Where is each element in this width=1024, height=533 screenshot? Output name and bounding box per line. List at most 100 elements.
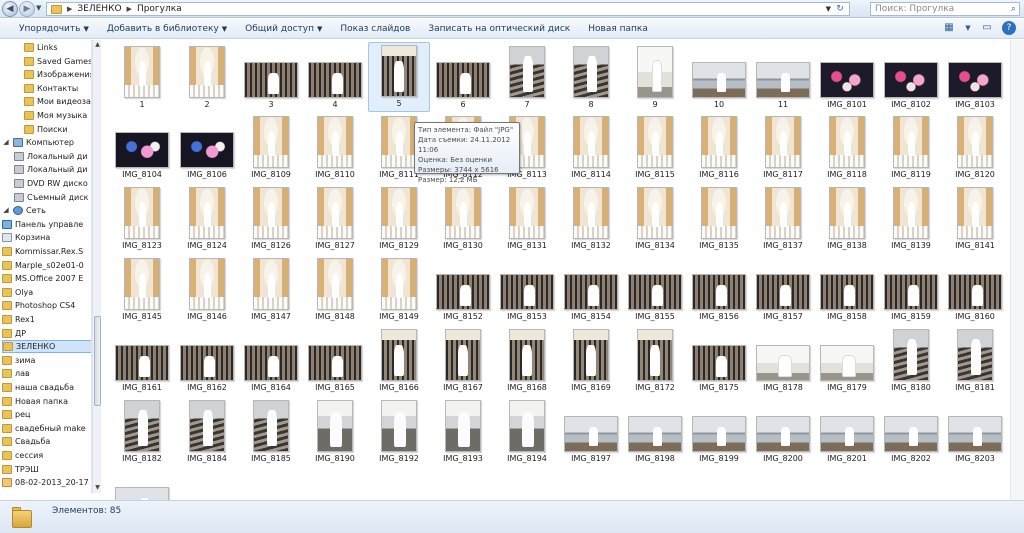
- file-item[interactable]: IMG_8199: [688, 396, 750, 466]
- file-item[interactable]: IMG_8161: [111, 325, 173, 395]
- file-item[interactable]: IMG_8148: [304, 254, 366, 324]
- sidebar-item[interactable]: Моя музыка: [24, 109, 90, 122]
- file-item[interactable]: IMG_8153: [496, 254, 558, 324]
- file-item[interactable]: IMG_8110: [304, 112, 366, 182]
- scrollbar-thumb[interactable]: [94, 316, 101, 406]
- file-item[interactable]: IMG_8147: [240, 254, 302, 324]
- breadcrumb-separator-icon[interactable]: ▶: [67, 5, 72, 13]
- file-item[interactable]: IMG_8182: [111, 396, 173, 466]
- file-item[interactable]: IMG_8117: [752, 112, 814, 182]
- file-item[interactable]: IMG_8129: [368, 183, 430, 253]
- file-item[interactable]: IMG_8202: [880, 396, 942, 466]
- sidebar-item[interactable]: ЗЕЛЕНКО: [2, 340, 91, 354]
- file-item[interactable]: IMG_8201: [816, 396, 878, 466]
- sidebar-item[interactable]: Saved Games: [24, 55, 91, 68]
- file-item[interactable]: 8: [560, 42, 622, 112]
- file-item[interactable]: IMG_8159: [880, 254, 942, 324]
- file-item[interactable]: IMG_8116: [688, 112, 750, 182]
- view-options-icon[interactable]: ▦: [942, 21, 956, 35]
- file-item[interactable]: IMG_8103: [944, 42, 1006, 112]
- file-item[interactable]: IMG_8118: [816, 112, 878, 182]
- slideshow-button[interactable]: Показ слайдов: [331, 20, 419, 38]
- file-item[interactable]: IMG_8138: [816, 183, 878, 253]
- file-item[interactable]: IMG_8127: [304, 183, 366, 253]
- file-item[interactable]: IMG_8162: [176, 325, 238, 395]
- file-item[interactable]: IMG_8114: [560, 112, 622, 182]
- sidebar-item[interactable]: свадебный make: [2, 422, 90, 435]
- file-item[interactable]: IMG_8137: [752, 183, 814, 253]
- file-item[interactable]: IMG_8126: [240, 183, 302, 253]
- sidebar-item[interactable]: ТРЭШ: [2, 463, 90, 476]
- breadcrumb-separator-icon[interactable]: ▶: [127, 5, 132, 13]
- sidebar-item[interactable]: Новая папка: [2, 395, 90, 408]
- sidebar-item[interactable]: ◢ Компьютер: [2, 136, 90, 149]
- file-item[interactable]: 6: [432, 42, 494, 112]
- file-item[interactable]: IMG_8139: [880, 183, 942, 253]
- file-item[interactable]: 7: [496, 42, 558, 112]
- file-item[interactable]: IMG_8181: [944, 325, 1006, 395]
- sidebar-item[interactable]: Мои видеозап: [24, 95, 91, 108]
- file-item[interactable]: IMG_8102: [880, 42, 942, 112]
- file-item[interactable]: 3: [240, 42, 302, 112]
- collapsed-arrow-icon[interactable]: ◢: [2, 204, 10, 217]
- file-item[interactable]: IMG_8166: [368, 325, 430, 395]
- new-folder-button[interactable]: Новая папка: [579, 20, 657, 38]
- file-item[interactable]: IMG_8192: [368, 396, 430, 466]
- file-item[interactable]: IMG_8145: [111, 254, 173, 324]
- file-item[interactable]: 2: [176, 42, 238, 112]
- file-item[interactable]: IMG_8167: [432, 325, 494, 395]
- file-item[interactable]: IMG_8146: [176, 254, 238, 324]
- recent-pages-dropdown-icon[interactable]: ▼: [36, 4, 41, 12]
- file-item[interactable]: IMG_8185: [240, 396, 302, 466]
- sidebar-item[interactable]: ◢ Сеть: [2, 204, 90, 217]
- sidebar-item[interactable]: Links: [24, 41, 90, 54]
- file-item[interactable]: IMG_8119: [880, 112, 942, 182]
- sidebar-item[interactable]: MS.Office 2007 E: [2, 272, 90, 285]
- search-input[interactable]: Поиск: Прогулка ⌕: [870, 2, 1020, 16]
- refresh-icon[interactable]: ↻: [833, 3, 847, 15]
- sidebar-item[interactable]: Olya: [2, 286, 90, 299]
- address-dropdown-icon[interactable]: ▼: [826, 3, 831, 15]
- file-item[interactable]: IMG_8200: [752, 396, 814, 466]
- sidebar-item[interactable]: DVD RW диско: [14, 177, 90, 190]
- file-item[interactable]: 4: [304, 42, 366, 112]
- file-item[interactable]: IMG_8168: [496, 325, 558, 395]
- file-item[interactable]: 10: [688, 42, 750, 112]
- scroll-up-icon[interactable]: ▲: [94, 41, 101, 49]
- file-item[interactable]: IMG_8115: [624, 112, 686, 182]
- file-item[interactable]: IMG_8156: [688, 254, 750, 324]
- file-item[interactable]: IMG_8101: [816, 42, 878, 112]
- sidebar-item[interactable]: Съемный диск: [14, 191, 90, 204]
- file-item[interactable]: IMG_8157: [752, 254, 814, 324]
- sidebar-item[interactable]: Локальный ди: [14, 150, 90, 163]
- sidebar-item[interactable]: наша свадьба: [2, 381, 90, 394]
- file-item[interactable]: IMG_8106: [176, 112, 238, 182]
- file-item[interactable]: 9: [624, 42, 686, 112]
- file-item[interactable]: IMG_8193: [432, 396, 494, 466]
- sidebar-item[interactable]: Панель управле: [2, 218, 90, 231]
- sidebar-item[interactable]: Поиски: [24, 123, 90, 136]
- expanded-arrow-icon[interactable]: ◢: [2, 136, 10, 149]
- file-item[interactable]: IMG_8180: [880, 325, 942, 395]
- file-item[interactable]: IMG_8172: [624, 325, 686, 395]
- sidebar-item[interactable]: 08-02-2013_20-17: [2, 476, 90, 489]
- file-item[interactable]: IMG_8123: [111, 183, 173, 253]
- sidebar-item[interactable]: Photoshop CS4: [2, 299, 90, 312]
- sidebar-item[interactable]: Свадьба: [2, 435, 90, 448]
- file-item[interactable]: IMG_8165: [304, 325, 366, 395]
- file-item[interactable]: IMG_8135: [688, 183, 750, 253]
- file-item[interactable]: IMG_8152: [432, 254, 494, 324]
- file-item[interactable]: IMG_8130: [432, 183, 494, 253]
- file-item[interactable]: IMG_8184: [176, 396, 238, 466]
- file-item[interactable]: [111, 467, 173, 500]
- sidebar-item[interactable]: Marple_s02e01-0: [2, 259, 90, 272]
- search-icon[interactable]: ⌕: [1011, 3, 1016, 15]
- file-item[interactable]: IMG_8104: [111, 112, 173, 182]
- file-item[interactable]: IMG_8134: [624, 183, 686, 253]
- sidebar-item[interactable]: сессия: [2, 449, 90, 462]
- file-item[interactable]: IMG_8179: [816, 325, 878, 395]
- breadcrumb-item-progulka[interactable]: Прогулка: [137, 4, 182, 14]
- sidebar-item[interactable]: Изображения: [24, 68, 91, 81]
- file-item[interactable]: IMG_8190: [304, 396, 366, 466]
- file-item[interactable]: 5: [368, 42, 430, 112]
